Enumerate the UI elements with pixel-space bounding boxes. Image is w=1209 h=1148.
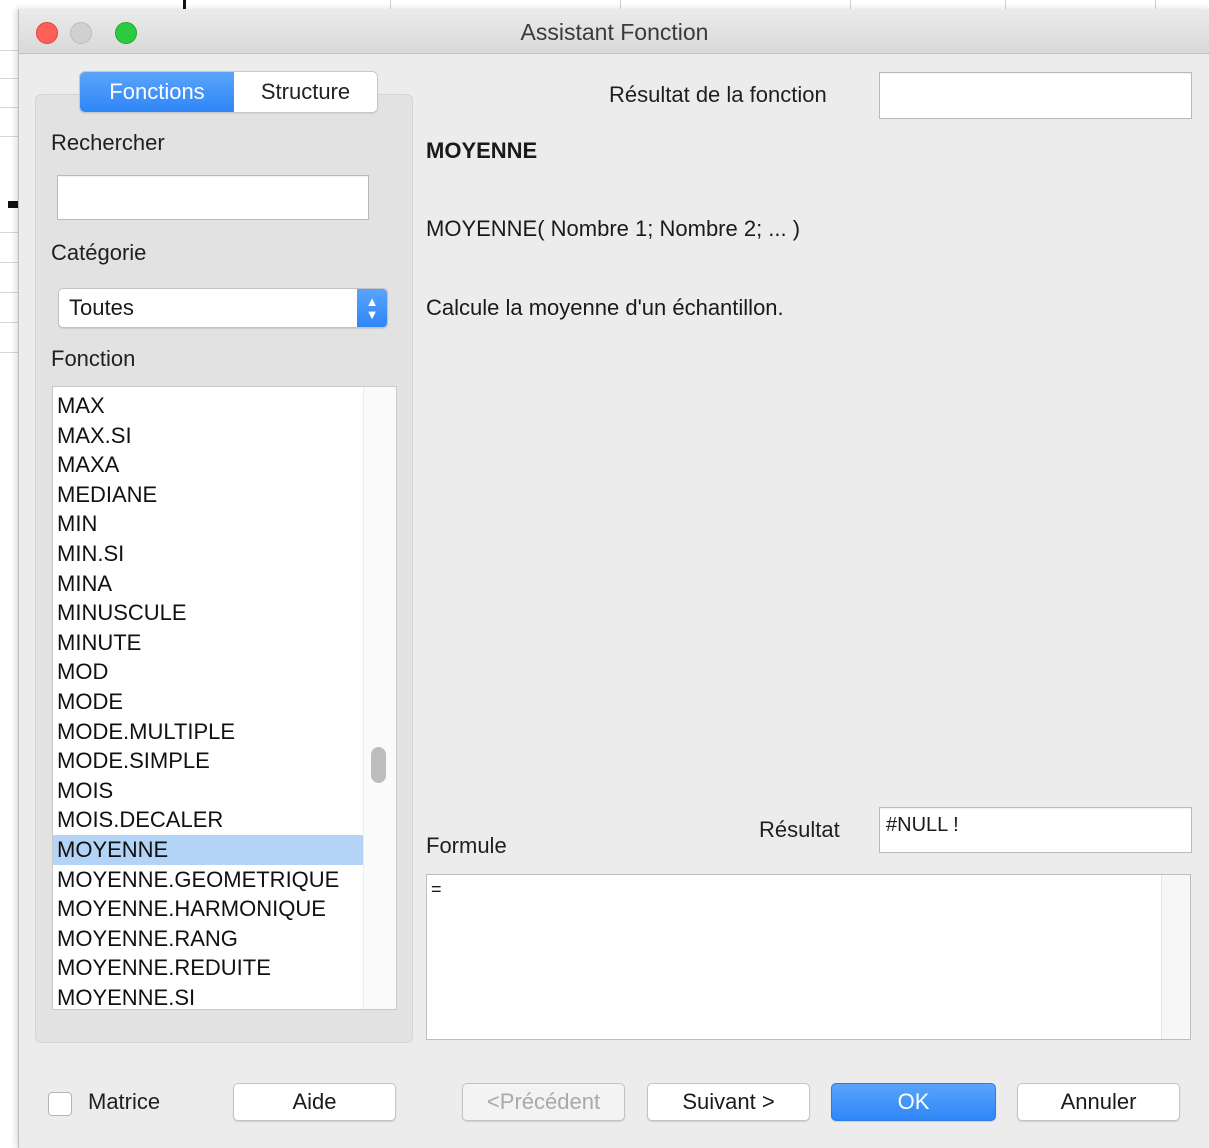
function-list-item[interactable]: MIN [53,509,363,539]
row-divider [0,78,18,79]
function-list-item[interactable]: MODE.SIMPLE [53,746,363,776]
function-list-item[interactable]: MOIS.DECALER [53,805,363,835]
function-description: Calcule la moyenne d'un échantillon. [426,295,784,320]
function-list-item[interactable]: MINUSCULE [53,598,363,628]
function-list-item[interactable]: MINUTE [53,628,363,658]
window-title: Assistant Fonction [520,19,709,45]
function-name: MOYENNE [426,138,538,163]
result-label: Résultat [759,817,840,842]
row-divider [0,136,18,137]
function-list-item[interactable]: MODE.MULTIPLE [53,717,363,747]
function-list-item[interactable]: MOYENNE.REDUITE [53,953,363,983]
chevron-up-down-icon: ▲ ▼ [357,289,387,327]
scrollbar-thumb[interactable] [371,747,386,783]
search-input[interactable] [57,175,369,220]
function-result-label: Résultat de la fonction [609,82,827,107]
function-list-item[interactable]: MOYENNE.RANG [53,924,363,954]
formula-input[interactable]: = [426,874,1191,1040]
function-list-item[interactable]: MAX.SI [53,421,363,451]
cell-cursor [183,0,186,9]
function-list-item[interactable]: MINA [53,569,363,599]
function-label: Fonction [51,346,136,371]
function-result-field[interactable] [879,72,1192,119]
formula-text: = [431,879,442,899]
function-list-item[interactable]: MOIS [53,776,363,806]
function-list-item[interactable]: MIN.SI [53,539,363,569]
row-divider [0,322,18,323]
row-divider [0,292,18,293]
previous-button[interactable]: <Précédent [462,1083,625,1121]
search-label: Rechercher [51,130,165,155]
row-divider [0,50,18,51]
function-list-item[interactable]: MAX [53,391,363,421]
next-button[interactable]: Suivant > [647,1083,810,1121]
function-list-item[interactable]: MOD [53,657,363,687]
function-list-scrollbar[interactable] [363,387,396,1009]
row-divider [0,107,18,108]
formula-label: Formule [426,833,507,858]
function-list[interactable]: MAX MAX.SI MAXA MEDIANE MIN MIN.SI MINA MINUSCU… [52,386,397,1010]
function-list-item[interactable]: MOYENNE [53,834,363,865]
tab-structure[interactable]: Structure [234,72,377,112]
row-divider [0,232,18,233]
ok-button[interactable]: OK [831,1083,996,1121]
matrix-checkbox[interactable] [48,1092,72,1116]
result-field[interactable]: #NULL ! [879,807,1192,853]
function-list-item[interactable]: MODE [53,687,363,717]
category-label: Catégorie [51,240,147,265]
function-list-item[interactable]: MOYENNE.HARMONIQUE [53,894,363,924]
function-wizard-dialog: Assistant Fonction Fonctions Structure R… [18,9,1209,1148]
tab-bar: Fonctions Structure [79,71,378,113]
function-list-item[interactable]: MEDIANE [53,480,363,510]
category-selected-value: Toutes [69,295,134,320]
cancel-button[interactable]: Annuler [1017,1083,1180,1121]
help-button[interactable]: Aide [233,1083,396,1121]
row-divider [0,352,18,353]
tab-fonctions[interactable]: Fonctions [80,72,234,112]
function-list-item[interactable]: MOYENNE.SI [53,983,363,1009]
function-syntax: MOYENNE( Nombre 1; Nombre 2; ... ) [426,216,801,241]
title-bar: Assistant Fonction [19,9,1209,54]
row-divider [0,262,18,263]
formula-scrollbar[interactable] [1161,875,1190,1039]
category-select[interactable]: Toutes ▲ ▼ [58,288,388,328]
matrix-label: Matrice [88,1089,161,1114]
function-list-item[interactable]: MAXA [53,450,363,480]
function-list-item[interactable]: MOYENNE.GEOMETRIQUE [53,865,363,895]
function-list-items: MAX MAX.SI MAXA MEDIANE MIN MIN.SI MINA MINUSCU… [53,391,363,1009]
